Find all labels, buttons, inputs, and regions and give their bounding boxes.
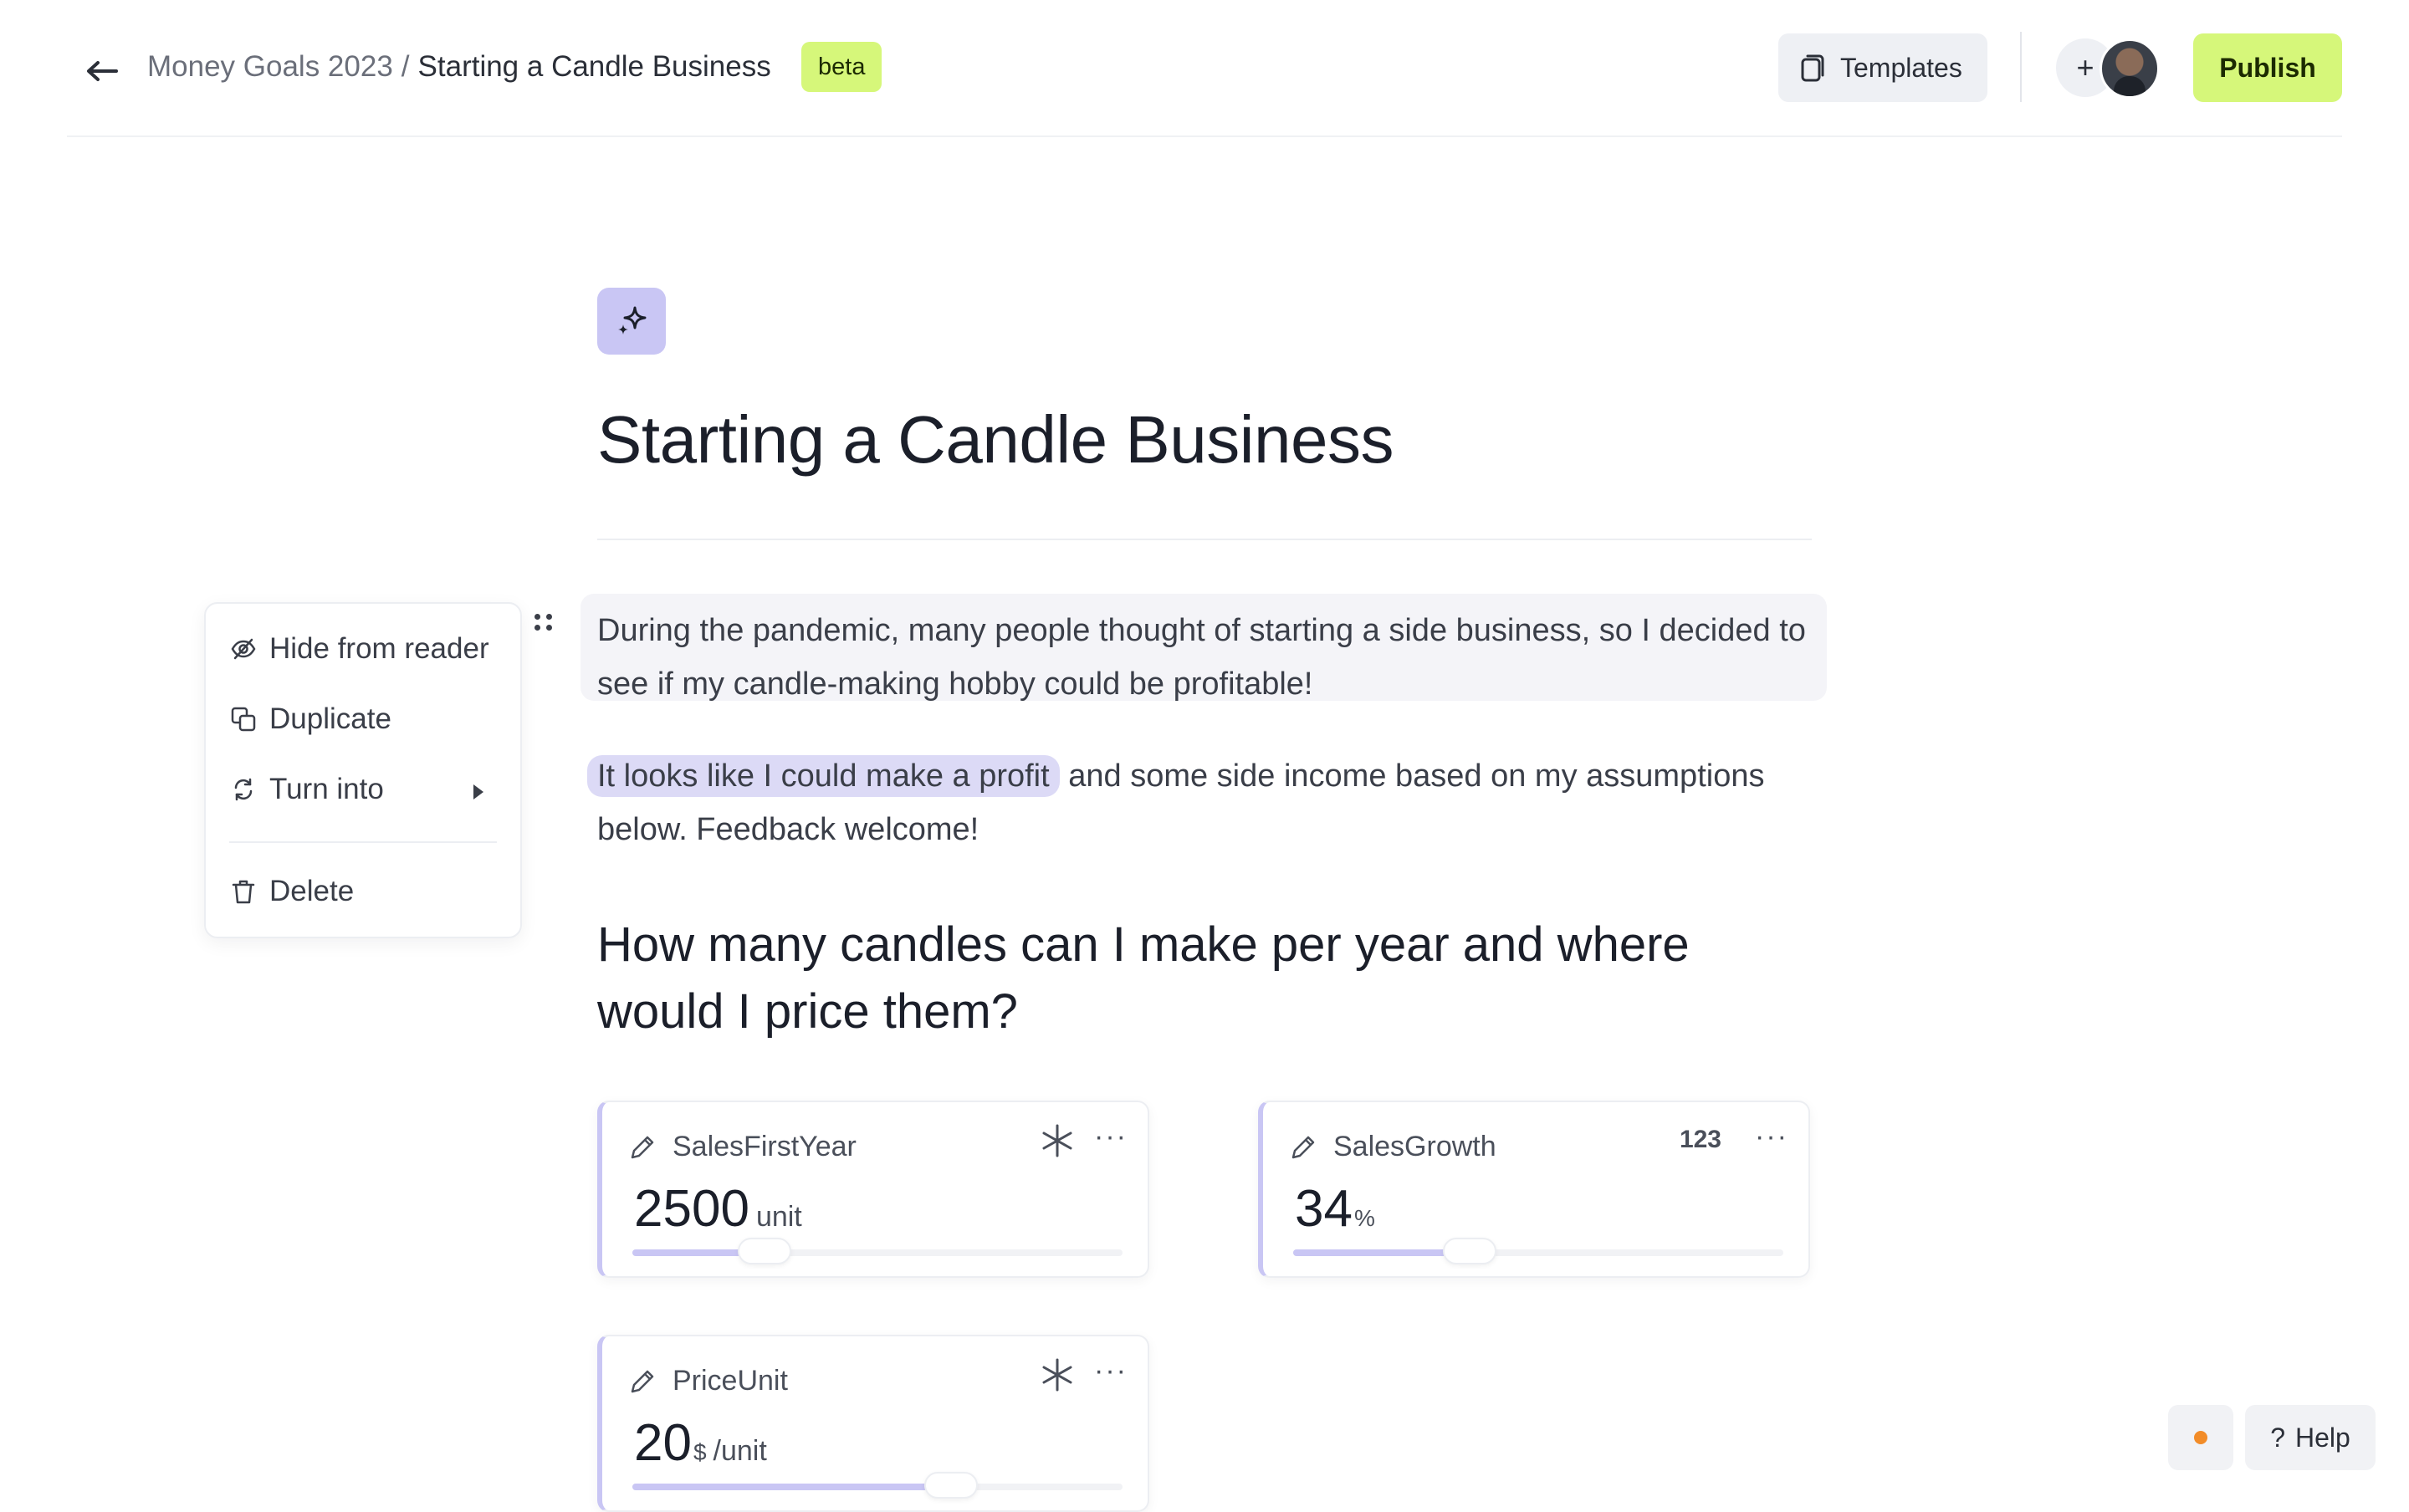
menu-item-label: Turn into	[269, 773, 384, 805]
variable-unit: unit	[755, 1201, 802, 1233]
sparkles-icon	[618, 306, 647, 335]
menu-item-label: Duplicate	[269, 702, 391, 735]
help-label: Help	[2294, 1422, 2350, 1453]
arrow-left-icon	[87, 61, 118, 81]
header-divider-line	[67, 135, 2342, 137]
variable-number[interactable]: 20	[634, 1413, 692, 1473]
variable-unit: %	[1353, 1205, 1375, 1231]
menu-divider	[229, 841, 497, 843]
question-icon: ?	[2270, 1422, 2285, 1453]
help-button[interactable]: ? Help	[2245, 1405, 2376, 1470]
number-type-label[interactable]: 123	[1680, 1126, 1721, 1154]
highlighted-text: It looks like I could make a profit	[587, 755, 1060, 797]
section-heading: How many candles can I make per year and…	[597, 917, 1690, 1039]
menu-item-delete[interactable]: Delete	[229, 866, 354, 917]
header-divider	[2020, 32, 2022, 102]
drag-handle[interactable]	[532, 610, 555, 634]
slider-thumb[interactable]	[738, 1238, 792, 1264]
copy-icon	[229, 705, 258, 733]
template-icon	[1801, 54, 1824, 82]
pencil-icon[interactable]	[627, 1132, 657, 1162]
menu-item-turn-into[interactable]: Turn into	[229, 764, 384, 815]
menu-item-hide-from-reader[interactable]: Hide from reader	[229, 624, 489, 674]
trash-icon	[229, 877, 258, 906]
status-indicator-button[interactable]	[2168, 1405, 2233, 1470]
slider-fill	[632, 1484, 951, 1490]
variable-name: SalesGrowth	[1333, 1131, 1496, 1162]
paragraph-block[interactable]: It looks like I could make a profit and …	[587, 749, 1818, 856]
variable-number[interactable]: 2500	[634, 1179, 749, 1239]
slider-thumb[interactable]	[1442, 1238, 1496, 1264]
pencil-icon[interactable]	[1288, 1132, 1318, 1162]
caret-right-icon	[473, 784, 483, 799]
breadcrumb: Money Goals 2023 / Starting a Candle Bus…	[147, 47, 771, 87]
variable-card[interactable]: SalesGrowth 123 ··· 34 %	[1258, 1101, 1810, 1278]
block-context-menu: Hide from reader Duplicate Turn into Del…	[204, 602, 522, 938]
value-slider[interactable]	[632, 1238, 1123, 1264]
menu-item-label: Hide from reader	[269, 632, 489, 665]
value-slider[interactable]	[632, 1472, 1123, 1499]
beta-badge: beta	[801, 42, 882, 92]
more-options-icon[interactable]: ···	[1094, 1355, 1128, 1387]
title-divider	[597, 539, 1812, 540]
slider-thumb[interactable]	[923, 1472, 978, 1499]
variable-card[interactable]: PriceUnit ··· 20 $ /unit	[597, 1335, 1149, 1512]
asterisk-icon[interactable]	[1039, 1122, 1076, 1159]
variable-unit-prefix: $	[693, 1439, 707, 1465]
more-options-icon[interactable]: ···	[1094, 1121, 1128, 1153]
variable-card[interactable]: SalesFirstYear ··· 2500 unit	[597, 1101, 1149, 1278]
asterisk-icon[interactable]	[1039, 1356, 1076, 1393]
variable-value: 2500 unit	[634, 1179, 802, 1239]
variable-name: SalesFirstYear	[673, 1131, 857, 1162]
templates-button[interactable]: Templates	[1778, 33, 1987, 102]
page-title: Starting a Candle Business	[597, 402, 1394, 477]
variable-number[interactable]: 34	[1295, 1179, 1353, 1239]
pencil-icon[interactable]	[627, 1366, 657, 1397]
templates-label: Templates	[1840, 52, 1962, 83]
breadcrumb-current: Starting a Candle Business	[417, 50, 771, 83]
paragraph-block-selected[interactable]: During the pandemic, many people thought…	[581, 594, 1827, 702]
refresh-icon	[229, 775, 258, 804]
value-slider[interactable]	[1293, 1238, 1783, 1264]
eye-off-icon	[229, 635, 258, 663]
breadcrumb-separator: /	[401, 50, 410, 83]
more-options-icon[interactable]: ···	[1755, 1121, 1788, 1153]
variable-name: PriceUnit	[673, 1365, 788, 1397]
publish-button[interactable]: Publish	[2193, 33, 2342, 102]
avatar[interactable]	[2100, 38, 2160, 99]
back-button[interactable]	[80, 50, 122, 92]
breadcrumb-parent[interactable]: Money Goals 2023	[147, 50, 393, 84]
variable-unit: /unit	[713, 1435, 767, 1467]
variable-value: 34 %	[1295, 1179, 1375, 1239]
doc-icon-button[interactable]	[597, 288, 666, 355]
variable-value: 20 $ /unit	[634, 1413, 767, 1473]
menu-item-duplicate[interactable]: Duplicate	[229, 694, 391, 744]
menu-item-label: Delete	[269, 875, 355, 907]
status-dot	[2194, 1431, 2207, 1444]
